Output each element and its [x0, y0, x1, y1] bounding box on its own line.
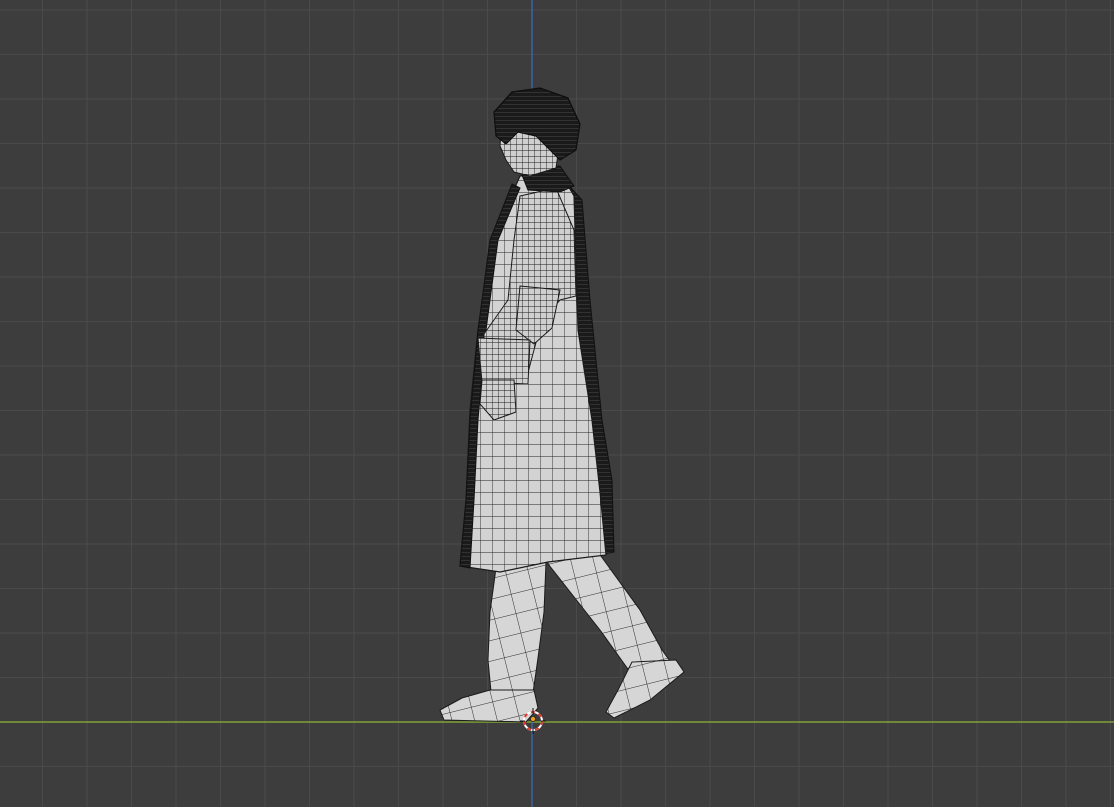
character-left-shoe[interactable] — [439, 689, 539, 723]
character-mesh[interactable] — [439, 87, 685, 723]
3d-viewport[interactable] — [0, 0, 1114, 807]
character-right-shoe[interactable] — [605, 659, 685, 719]
character-lower-cuff[interactable] — [477, 337, 531, 385]
origin-point-icon — [530, 716, 537, 723]
character-left-leg[interactable] — [487, 561, 547, 703]
